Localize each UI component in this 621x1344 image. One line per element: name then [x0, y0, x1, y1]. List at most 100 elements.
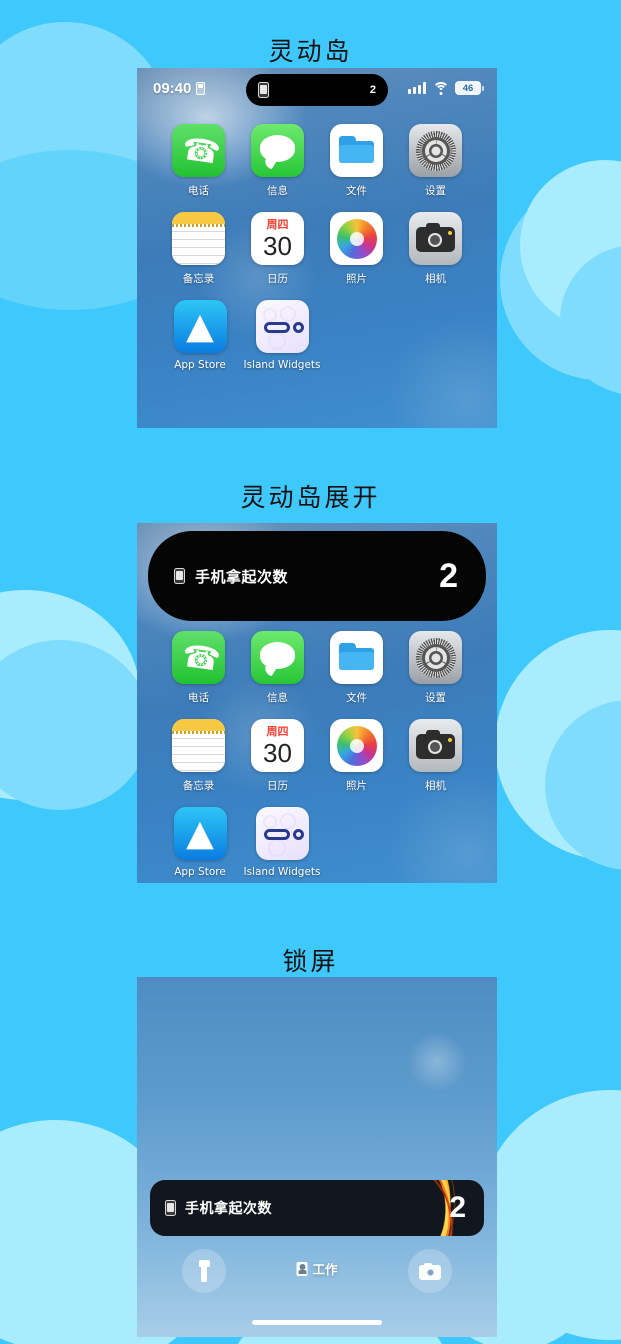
app-icon-photos[interactable]: 照片 — [317, 212, 396, 286]
app-icon-messages[interactable]: 信息 — [238, 631, 317, 705]
wallpaper-glare — [407, 1032, 467, 1092]
app-icon-app-store[interactable]: ▲ App Store — [159, 807, 241, 878]
app-store-icon: ▲ — [173, 807, 227, 860]
battery-indicator: 46 — [455, 81, 484, 95]
phone-icon — [165, 1200, 176, 1216]
section-title-lock-screen: 锁屏 — [282, 947, 339, 976]
phone-icon — [174, 568, 185, 584]
calendar-app-icon: 周四 30 — [251, 212, 304, 265]
phone-icon — [258, 82, 269, 98]
focus-badge-icon — [296, 1261, 308, 1276]
app-row: 备忘录 周四 30 日历 照片 相机 — [159, 212, 475, 286]
app-store-icon: ▲ — [173, 300, 227, 353]
app-icon-settings[interactable]: 设置 — [396, 124, 475, 198]
calendar-app-icon: 周四 30 — [251, 719, 304, 772]
app-label: 照片 — [346, 273, 367, 285]
app-label: 相机 — [425, 273, 446, 285]
app-label: 设置 — [425, 692, 446, 704]
wifi-icon — [432, 81, 449, 95]
app-icon-files[interactable]: 文件 — [317, 631, 396, 705]
app-icon-phone[interactable]: ☎ 电话 — [159, 631, 238, 705]
app-icon-files[interactable]: 文件 — [317, 124, 396, 198]
messages-app-icon — [251, 631, 304, 684]
files-app-icon — [330, 124, 383, 177]
lock-screen-widget[interactable]: 手机拿起次数 2 — [150, 1180, 484, 1236]
app-label: 文件 — [346, 185, 367, 197]
app-grid: ☎ 电话 信息 文件 设置 备忘录 周四 30 日历 照片 相机 ▲ App S… — [137, 108, 497, 371]
app-label: 日历 — [267, 273, 288, 285]
status-bar-right: 46 — [408, 81, 484, 95]
app-icon-messages[interactable]: 信息 — [238, 124, 317, 198]
phone-icon — [196, 81, 206, 95]
notes-app-icon — [172, 212, 225, 265]
lock-widget-label: 手机拿起次数 — [185, 1201, 272, 1217]
phone-app-icon: ☎ — [172, 631, 225, 684]
app-row: ▲ App Store Island Widgets — [159, 807, 475, 878]
camera-app-icon — [409, 212, 462, 265]
lock-widget-count: 2 — [449, 1191, 466, 1224]
camera-button[interactable] — [408, 1249, 452, 1293]
app-label: 备忘录 — [182, 273, 215, 285]
home-indicator[interactable] — [252, 1320, 382, 1325]
focus-label: 工作 — [312, 1262, 338, 1277]
status-bar-left: 09:40 — [153, 79, 206, 97]
app-icon-calendar[interactable]: 周四 30 日历 — [238, 212, 317, 286]
app-row: ▲ App Store Island Widgets — [159, 300, 475, 371]
photos-app-icon — [330, 719, 383, 772]
app-label: Island Widgets — [243, 359, 321, 371]
section-title-dynamic-island: 灵动岛 — [268, 37, 353, 66]
status-bar-time: 09:40 — [153, 79, 192, 97]
app-row: 备忘录 周四 30 日历 照片 相机 — [159, 719, 475, 793]
app-label: Island Widgets — [243, 866, 321, 878]
dynamic-island-compact[interactable]: 2 — [246, 74, 388, 106]
app-row: ☎ 电话 信息 文件 设置 — [159, 124, 475, 198]
phone-home-screen-compact: 09:40 46 2 ☎ 电话 信息 文件 设置 备忘录 周四 30 日历 照片… — [137, 68, 497, 428]
app-icon-phone[interactable]: ☎ 电话 — [159, 124, 238, 198]
app-icon-photos[interactable]: 照片 — [317, 719, 396, 793]
app-icon-notes[interactable]: 备忘录 — [159, 212, 238, 286]
calendar-weekday: 周四 — [266, 725, 289, 738]
phone-lock-screen: 手机拿起次数 2 工作 — [137, 977, 497, 1337]
app-icon-calendar[interactable]: 周四 30 日历 — [238, 719, 317, 793]
focus-status[interactable]: 工作 — [296, 1259, 338, 1278]
photos-app-icon — [330, 212, 383, 265]
flashlight-icon — [198, 1260, 210, 1282]
cellular-bars-icon — [408, 82, 426, 94]
island-widgets-icon — [255, 807, 309, 860]
messages-app-icon — [251, 124, 304, 177]
app-label: 备忘录 — [182, 780, 215, 792]
app-label: 日历 — [267, 780, 288, 792]
app-icon-settings[interactable]: 设置 — [396, 631, 475, 705]
app-icon-island-widgets[interactable]: Island Widgets — [241, 807, 323, 878]
notes-app-icon — [172, 719, 225, 772]
camera-icon — [419, 1262, 441, 1280]
section-title-dynamic-island-expanded: 灵动岛展开 — [240, 483, 381, 512]
app-label: 照片 — [346, 780, 367, 792]
app-label: App Store — [174, 359, 226, 371]
dynamic-island-label: 手机拿起次数 — [195, 567, 289, 586]
dynamic-island-expanded[interactable]: 手机拿起次数 2 — [148, 531, 486, 621]
app-label: 电话 — [188, 692, 209, 704]
app-icon-app-store[interactable]: ▲ App Store — [159, 300, 241, 371]
files-app-icon — [330, 631, 383, 684]
dynamic-island-count: 2 — [439, 556, 458, 595]
settings-app-icon — [409, 124, 462, 177]
flashlight-button[interactable] — [182, 1249, 226, 1293]
app-icon-notes[interactable]: 备忘录 — [159, 719, 238, 793]
app-label: App Store — [174, 866, 226, 878]
settings-app-icon — [409, 631, 462, 684]
dynamic-island-count: 2 — [369, 84, 376, 96]
app-label: 相机 — [425, 780, 446, 792]
app-label: 信息 — [267, 692, 288, 704]
app-icon-island-widgets[interactable]: Island Widgets — [241, 300, 323, 371]
calendar-day: 30 — [263, 738, 292, 768]
phone-app-icon: ☎ — [172, 124, 225, 177]
app-icon-camera[interactable]: 相机 — [396, 212, 475, 286]
app-label: 信息 — [267, 185, 288, 197]
phone-home-screen-expanded: 手机拿起次数 2 ☎ 电话 信息 文件 设置 备忘录 周四 30 日历 照片 相… — [137, 523, 497, 883]
camera-app-icon — [409, 719, 462, 772]
app-row: ☎ 电话 信息 文件 设置 — [159, 631, 475, 705]
app-label: 设置 — [425, 185, 446, 197]
app-icon-camera[interactable]: 相机 — [396, 719, 475, 793]
calendar-weekday: 周四 — [266, 218, 289, 231]
